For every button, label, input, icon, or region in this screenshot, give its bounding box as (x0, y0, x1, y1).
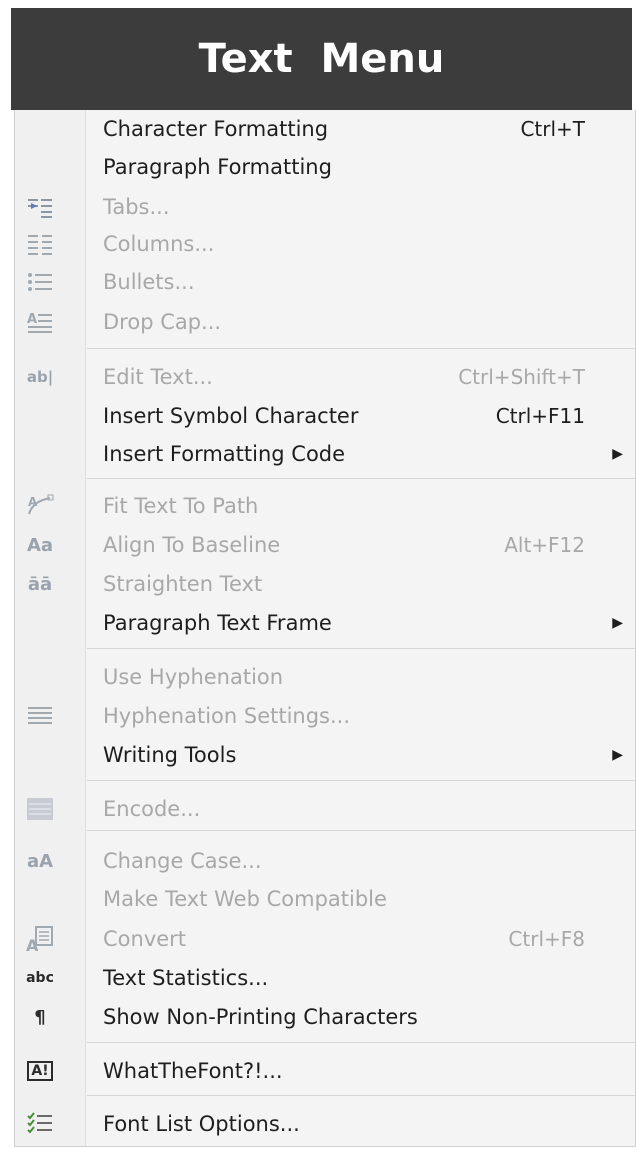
menu-item-label: Edit Text... (103, 365, 213, 389)
menu-item-label: Columns... (103, 232, 215, 256)
menu-item-label: Paragraph Formatting (103, 155, 332, 179)
menu-item-label: Change Case... (103, 849, 262, 873)
text-menu: Character Formatting Ctrl+T Paragraph Form… (14, 110, 636, 1147)
convert-icon: A (25, 926, 55, 952)
submenu-arrow-icon: ▶ (612, 615, 623, 631)
menu-item-label: Insert Formatting Code (103, 442, 346, 466)
menu-item-shortcut: Alt+F12 (504, 533, 585, 557)
menu-item-paragraph-text-frame[interactable]: Paragraph Text Frame ▶ (15, 604, 635, 642)
menu-item-label: Straighten Text (103, 572, 263, 596)
svg-text:A: A (26, 936, 39, 952)
menu-item-align-to-baseline[interactable]: Aa Align To Baseline Alt+F12 (15, 526, 635, 564)
menu-item-label: Tabs... (103, 195, 170, 219)
menu-item-straighten-text[interactable]: āā Straighten Text (15, 565, 635, 603)
menu-item-shortcut: Ctrl+F11 (495, 404, 585, 428)
menu-item-encode[interactable]: Encode... (15, 790, 635, 828)
menu-item-drop-cap[interactable]: A Drop Cap... (15, 303, 635, 341)
submenu-arrow-icon: ▶ (612, 446, 623, 462)
whatthefont-icon: A! (25, 1058, 55, 1084)
menu-item-shortcut: Ctrl+T (520, 117, 585, 141)
submenu-arrow-icon: ▶ (612, 747, 623, 763)
menu-separator (87, 1095, 635, 1096)
encode-icon (25, 796, 55, 822)
menu-item-character-formatting[interactable]: Character Formatting Ctrl+T (15, 110, 635, 148)
drop-cap-icon: A (25, 309, 55, 335)
menu-item-shortcut: Ctrl+F8 (508, 927, 585, 951)
menu-item-label: Drop Cap... (103, 310, 222, 334)
tabs-icon (25, 194, 55, 220)
menu-separator (87, 478, 635, 479)
menu-item-label: Use Hyphenation (103, 665, 284, 689)
menu-item-insert-symbol-character[interactable]: Insert Symbol Character Ctrl+F11 (15, 397, 635, 435)
menu-item-label: Character Formatting (103, 117, 329, 141)
font-list-options-icon (25, 1111, 55, 1137)
menu-item-label: Fit Text To Path (103, 494, 259, 518)
menu-item-label: Paragraph Text Frame (103, 611, 332, 635)
text-statistics-icon: abc (26, 970, 54, 986)
menu-item-tabs[interactable]: Tabs... (15, 188, 635, 226)
menu-item-edit-text[interactable]: ab| Edit Text... Ctrl+Shift+T (15, 358, 635, 396)
svg-text:A: A (27, 312, 37, 327)
menu-separator (87, 780, 635, 781)
page-title: Text Menu (198, 36, 445, 82)
align-baseline-icon: Aa (26, 534, 54, 556)
menu-item-paragraph-formatting[interactable]: Paragraph Formatting (15, 148, 635, 186)
menu-item-fit-text-to-path[interactable]: A Fit Text To Path (15, 487, 635, 525)
menu-item-label: Writing Tools (103, 743, 237, 767)
menu-item-show-non-printing-characters[interactable]: ¶ Show Non-Printing Characters (15, 998, 635, 1036)
menu-item-label: Hyphenation Settings... (103, 704, 351, 728)
menu-item-columns[interactable]: Columns... (15, 225, 635, 263)
menu-item-hyphenation-settings[interactable]: Hyphenation Settings... (15, 697, 635, 735)
edit-text-icon: ab| (26, 368, 54, 386)
change-case-icon: aA (26, 850, 54, 872)
columns-icon (25, 231, 55, 257)
pilcrow-icon: ¶ (34, 1006, 46, 1028)
menu-item-convert[interactable]: A Convert Ctrl+F8 (15, 920, 635, 958)
menu-item-shortcut: Ctrl+Shift+T (458, 365, 585, 389)
menu-item-label: Make Text Web Compatible (103, 887, 387, 911)
svg-text:A: A (28, 495, 38, 509)
menu-item-writing-tools[interactable]: Writing Tools ▶ (15, 736, 635, 774)
menu-item-bullets[interactable]: Bullets... (15, 263, 635, 301)
menu-item-text-statistics[interactable]: abc Text Statistics... (15, 959, 635, 997)
menu-item-whatthefont[interactable]: A! WhatTheFont?!... (15, 1052, 635, 1090)
menu-item-make-text-web-compatible[interactable]: Make Text Web Compatible (15, 880, 635, 918)
menu-separator (87, 348, 635, 349)
hyphenation-settings-icon (25, 703, 55, 729)
menu-separator (87, 1042, 635, 1043)
menu-item-change-case[interactable]: aA Change Case... (15, 842, 635, 880)
menu-item-label: Font List Options... (103, 1112, 300, 1136)
menu-item-label: Show Non-Printing Characters (103, 1005, 418, 1029)
menu-item-label: Encode... (103, 797, 201, 821)
bullets-icon (25, 269, 55, 295)
menu-separator (87, 830, 635, 831)
straighten-text-icon: āā (27, 573, 53, 595)
menu-item-font-list-options[interactable]: Font List Options... (15, 1105, 635, 1143)
menu-separator (87, 648, 635, 649)
fit-text-to-path-icon: A (25, 493, 55, 519)
menu-item-label: Insert Symbol Character (103, 404, 359, 428)
menu-item-label: Bullets... (103, 270, 195, 294)
menu-item-use-hyphenation[interactable]: Use Hyphenation (15, 658, 635, 696)
menu-item-insert-formatting-code[interactable]: Insert Formatting Code ▶ (15, 435, 635, 473)
title-bar: Text Menu (11, 8, 632, 110)
menu-item-label: Convert (103, 927, 187, 951)
menu-item-label: WhatTheFont?!... (103, 1059, 283, 1083)
menu-item-label: Text Statistics... (103, 966, 269, 990)
menu-item-label: Align To Baseline (103, 533, 281, 557)
